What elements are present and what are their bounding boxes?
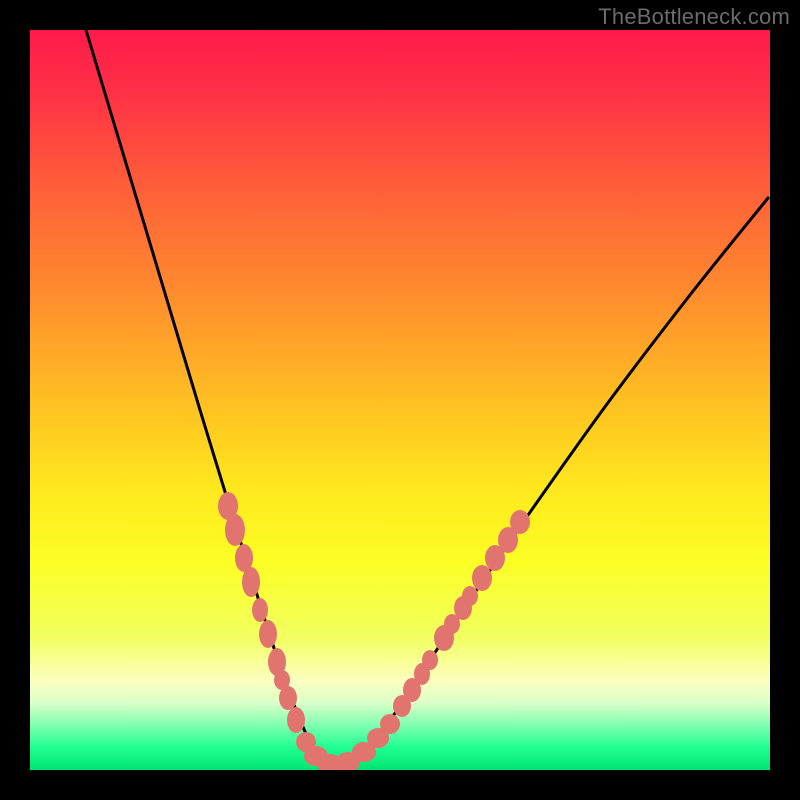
chart-frame: TheBottleneck.com <box>0 0 800 800</box>
plot-area <box>30 30 770 770</box>
data-marker <box>279 686 297 710</box>
data-marker <box>225 514 245 546</box>
data-markers <box>218 492 530 770</box>
data-marker <box>462 586 478 606</box>
data-marker <box>380 714 400 734</box>
watermark-text: TheBottleneck.com <box>598 4 790 30</box>
data-marker <box>472 565 492 591</box>
data-marker <box>510 510 530 534</box>
data-marker <box>259 620 277 648</box>
data-marker <box>287 707 305 733</box>
data-marker <box>422 650 438 670</box>
data-marker <box>242 567 260 597</box>
curve-layer <box>30 30 770 770</box>
data-marker <box>252 598 268 622</box>
